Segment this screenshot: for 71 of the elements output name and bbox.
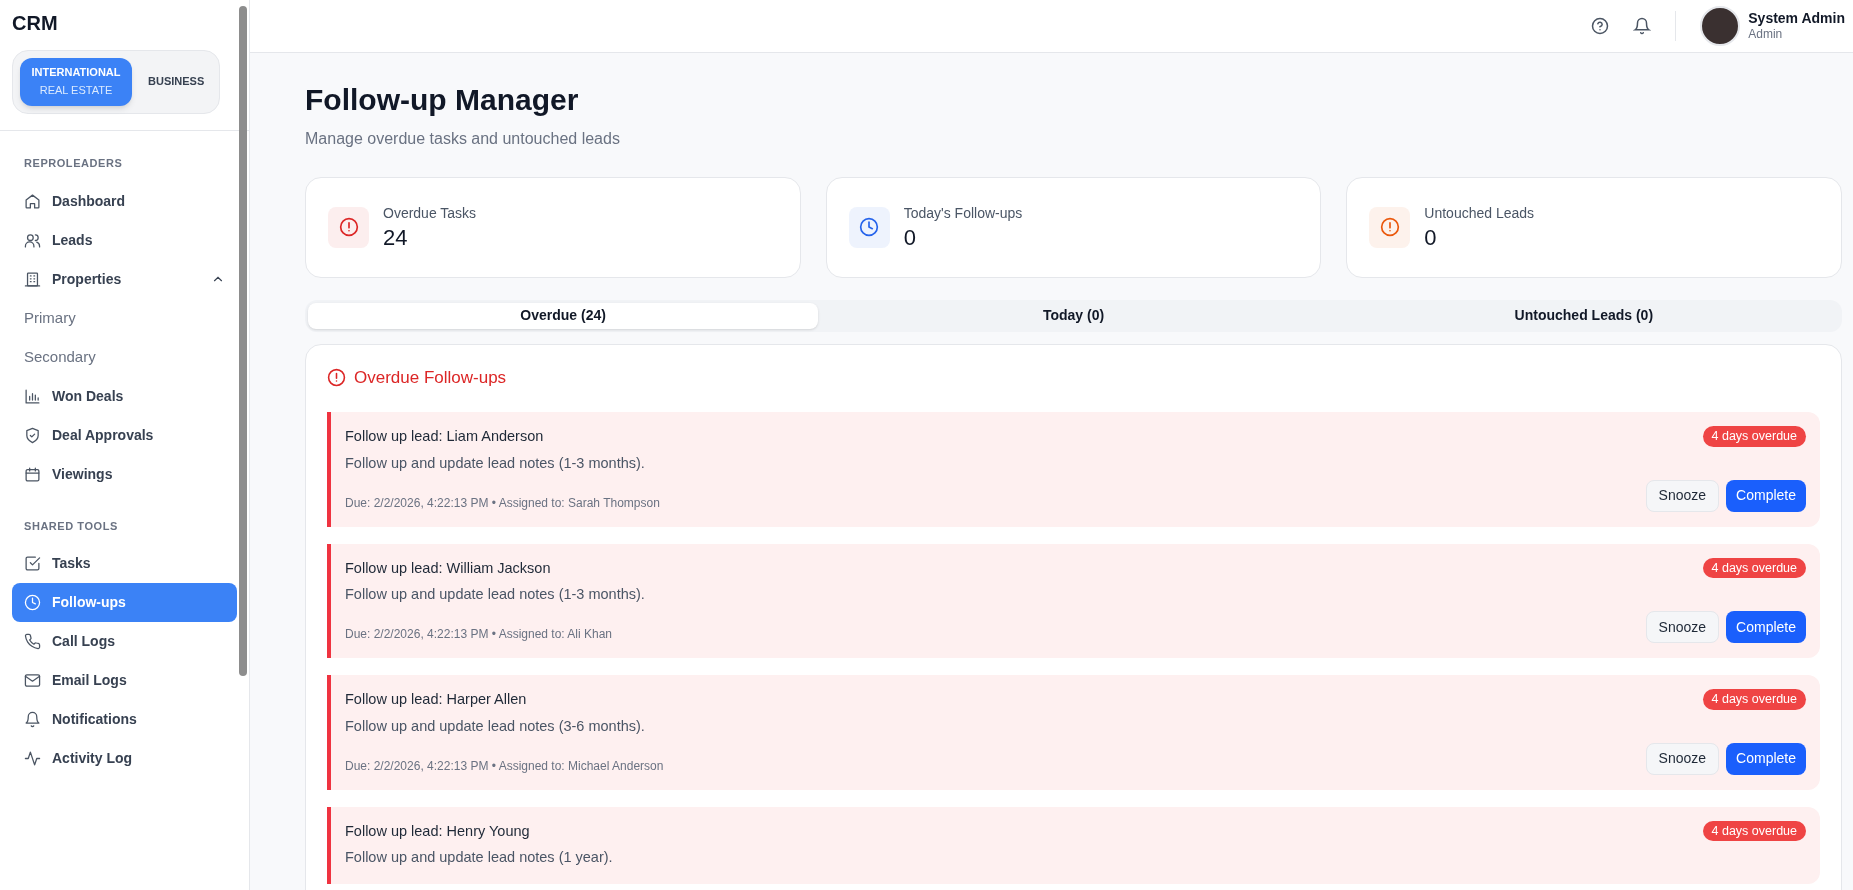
- checkbox-icon: [24, 555, 41, 572]
- avatar[interactable]: [1700, 6, 1741, 46]
- nav-subitem[interactable]: Primary: [12, 298, 237, 338]
- task-title: Follow up lead: Henry Young: [345, 821, 531, 841]
- task-description: Follow up and update lead notes (1-3 months).: [345, 453, 646, 473]
- stat-value: 0: [903, 223, 917, 252]
- user-name: System Admin: [1748, 9, 1845, 28]
- nav-item[interactable]: Email Logs: [12, 661, 237, 700]
- workspace-option[interactable]: BUSINESS: [136, 58, 217, 106]
- notification-bell-icon[interactable]: [1633, 17, 1652, 35]
- task-description: Follow up and update lead notes (3-6 months).: [345, 716, 646, 736]
- user-role: Admin: [1748, 27, 1784, 43]
- building-icon: [24, 270, 41, 288]
- stat-label: Overdue Tasks: [383, 203, 477, 223]
- nav-item[interactable]: Viewings: [12, 454, 237, 494]
- complete-button[interactable]: Complete: [1726, 742, 1806, 775]
- phone-icon: [24, 633, 41, 650]
- stat-label: Today's Follow-ups: [903, 203, 1023, 223]
- stat-label: Untouched Leads: [1424, 203, 1535, 223]
- overdue-badge: 4 days overdue: [1702, 557, 1806, 579]
- overdue-badge: 4 days overdue: [1702, 689, 1806, 710]
- task-title: Follow up lead: Harper Allen: [345, 690, 528, 709]
- help-icon[interactable]: [1591, 17, 1610, 35]
- stat-value: 24: [383, 223, 409, 252]
- task-meta: Due: 2/2/2026, 4:22:13 PM • Assigned to: Sarah Thompson: [345, 494, 661, 512]
- nav-item[interactable]: Deal Approvals: [12, 415, 237, 455]
- task-title: Follow up lead: William Jackson: [345, 558, 552, 578]
- task-description: Follow up and update lead notes (1 year).: [345, 848, 614, 868]
- shield-check-icon: [24, 426, 41, 444]
- nav-item[interactable]: Properties: [12, 259, 237, 299]
- stat-value: 0: [1424, 223, 1438, 252]
- tab[interactable]: Untouched Leads (0): [1328, 302, 1839, 329]
- nav-subitem[interactable]: Secondary: [12, 337, 237, 377]
- nav-item[interactable]: Dashboard: [12, 181, 237, 221]
- page-subtitle: Manage overdue tasks and untouched leads: [305, 128, 621, 149]
- snooze-button[interactable]: Snooze: [1645, 479, 1720, 512]
- overdue-badge: 4 days overdue: [1702, 426, 1806, 447]
- bell-icon: [24, 711, 41, 728]
- bar-chart-icon: [24, 387, 41, 405]
- nav-item[interactable]: Leads: [12, 220, 237, 260]
- snooze-button[interactable]: Snooze: [1645, 611, 1720, 643]
- nav-item[interactable]: Call Logs: [12, 622, 237, 661]
- task-meta: Due: 2/2/2026, 4:22:13 PM • Assigned to: Ali Khan: [345, 626, 614, 643]
- alert-icon: [327, 367, 346, 387]
- panel-title: Overdue Follow-ups: [354, 366, 507, 389]
- workspace-option[interactable]: INTERNATIONAL REAL ESTATE: [20, 58, 132, 106]
- mail-icon: [24, 672, 41, 689]
- clock-icon: [24, 594, 41, 611]
- snooze-button[interactable]: Snooze: [1645, 742, 1720, 775]
- task-title: Follow up lead: Liam Anderson: [345, 427, 545, 446]
- nav-item[interactable]: Activity Log: [12, 739, 237, 778]
- scrollbar[interactable]: [239, 6, 247, 676]
- nav-item[interactable]: Notifications: [12, 700, 237, 739]
- overdue-badge: 4 days overdue: [1702, 820, 1806, 842]
- home-icon: [24, 192, 41, 210]
- section-heading: REPROLEADERS: [23, 156, 124, 171]
- section-heading: SHARED TOOLS: [23, 518, 119, 534]
- brand-logo: CRM: [12, 12, 58, 34]
- complete-button[interactable]: Complete: [1726, 479, 1806, 512]
- page-title: Follow-up Manager: [305, 82, 580, 118]
- nav-item[interactable]: Tasks: [12, 544, 237, 583]
- task-meta: Due: 2/2/2026, 4:22:13 PM • Assigned to: Michael Anderson: [345, 757, 665, 775]
- nav-item[interactable]: Won Deals: [12, 376, 237, 416]
- tab[interactable]: Overdue (24): [308, 302, 819, 329]
- calendar-icon: [24, 465, 41, 483]
- activity-icon: [24, 750, 41, 767]
- complete-button[interactable]: Complete: [1726, 611, 1806, 643]
- users-icon: [24, 231, 41, 249]
- task-description: Follow up and update lead notes (1-3 months).: [345, 585, 646, 605]
- tab[interactable]: Today (0): [818, 302, 1329, 329]
- nav-item[interactable]: Follow-ups: [12, 583, 237, 622]
